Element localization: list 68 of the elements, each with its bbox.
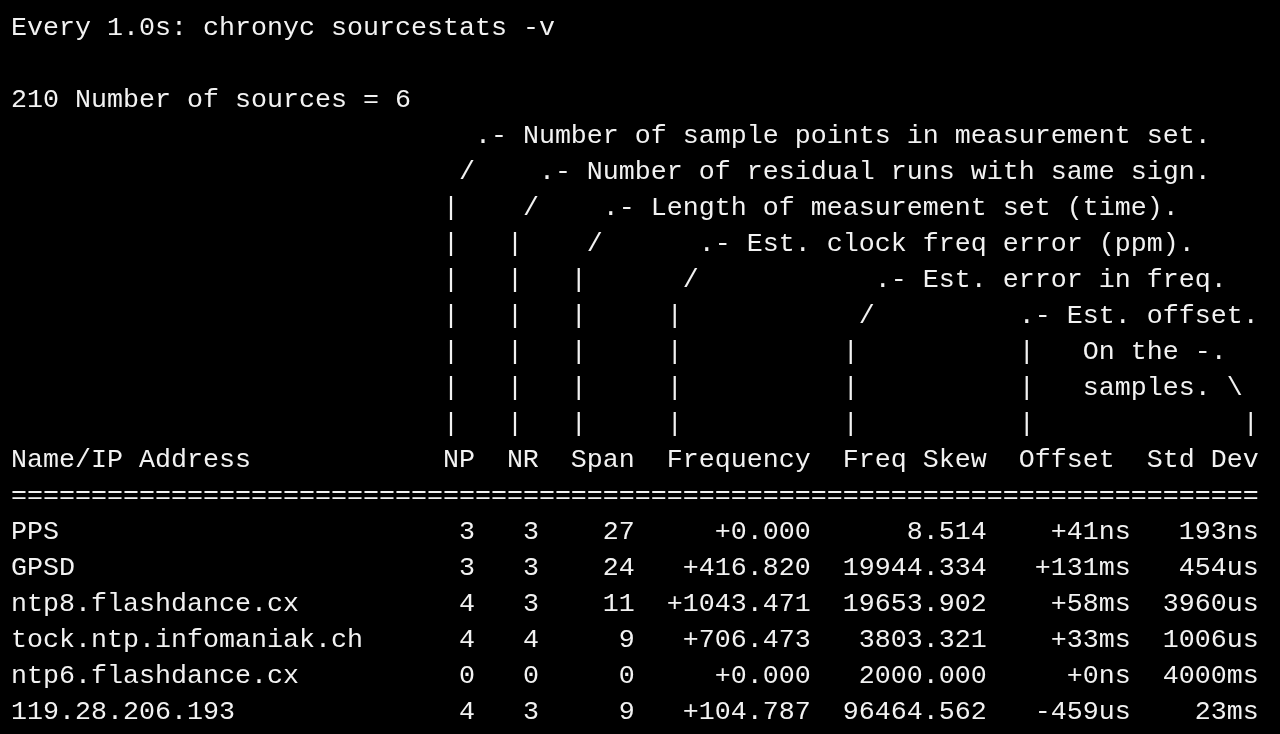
table-cell-text: 27: [601, 516, 635, 549]
table-cell-text: 454us: [1177, 552, 1259, 585]
table-cell-text: 19653.902: [841, 588, 987, 621]
table-cell-text: 3: [521, 516, 539, 549]
table-cell-text: 96464.562: [841, 696, 987, 729]
table-cell-text: 3803.321: [857, 624, 987, 657]
table-cell-text: 4: [457, 588, 475, 621]
table-cell-text: 11: [601, 588, 635, 621]
table-cell-text: 4: [457, 696, 475, 729]
table-cell-text: +0.000: [713, 660, 811, 693]
legend-line: | | | / .- Est. error in freq.: [441, 264, 1228, 297]
legend-line: | / .- Length of measurement set (time).: [441, 192, 1180, 225]
table-cell-text: +416.820: [681, 552, 811, 585]
table-cell-text: +0ns: [1065, 660, 1131, 693]
table-cell-text: 19944.334: [841, 552, 987, 585]
legend-line: | | | | | | |: [441, 408, 1260, 441]
legend-line: / .- Number of residual runs with same sign.: [457, 156, 1212, 189]
table-cell-text: 23ms: [1193, 696, 1259, 729]
table-cell-text: +41ns: [1049, 516, 1131, 549]
table-cell-text: +104.787: [681, 696, 811, 729]
table-cell-text: 4: [521, 624, 539, 657]
table-cell-text: GPSD: [11, 552, 76, 585]
table-cell-text: 4: [457, 624, 475, 657]
column-header: Freq Skew: [842, 444, 988, 477]
table-cell-text: 2000.000: [857, 660, 987, 693]
table-cell-text: PPS: [11, 516, 60, 549]
table-cell-text: -459us: [1033, 696, 1131, 729]
table-cell-text: 193ns: [1177, 516, 1259, 549]
column-header: Offset: [1018, 444, 1116, 477]
separator-line: ==============================================================================: [11, 480, 1260, 513]
table-cell-text: 0: [457, 660, 475, 693]
table-cell-text: 3: [521, 588, 539, 621]
column-header: Span: [570, 444, 636, 477]
table-cell-text: +706.473: [681, 624, 811, 657]
table-cell-text: 3960us: [1161, 588, 1259, 621]
table-cell-text: 0: [521, 660, 539, 693]
legend-line: | | / .- Est. clock freq error (ppm).: [441, 228, 1196, 261]
table-cell-text: 9: [617, 624, 635, 657]
column-header: Std Dev: [1146, 444, 1259, 477]
table-cell-text: +1043.471: [665, 588, 811, 621]
legend-line: | | | | / .- Est. offset.: [441, 300, 1260, 333]
column-header: NR: [506, 444, 540, 477]
legend-line: | | | | | | On the -.: [441, 336, 1228, 369]
table-cell-text: 119.28.206.193: [11, 696, 236, 729]
command-header: Every 1.0s: chronyc sourcestats -v: [11, 12, 556, 45]
table-cell-text: 4000ms: [1161, 660, 1259, 693]
table-cell-text: +33ms: [1049, 624, 1131, 657]
legend-line: | | | | | | samples. \: [441, 372, 1244, 405]
table-cell-text: ntp8.flashdance.cx: [11, 588, 300, 621]
table-cell-text: 3: [457, 552, 475, 585]
table-cell-text: 3: [457, 516, 475, 549]
table-cell-text: ntp6.flashdance.cx: [11, 660, 300, 693]
table-cell-text: tock.ntp.infomaniak.ch: [11, 624, 364, 657]
source-count: 210 Number of sources = 6: [11, 84, 412, 117]
table-cell-text: 24: [601, 552, 635, 585]
table-cell-text: +58ms: [1049, 588, 1131, 621]
table-cell-text: +131ms: [1033, 552, 1131, 585]
table-cell-text: 0: [617, 660, 635, 693]
table-cell-text: 9: [617, 696, 635, 729]
table-cell-text: 8.514: [905, 516, 987, 549]
column-header: Frequency: [666, 444, 812, 477]
table-cell-text: +0.000: [713, 516, 811, 549]
table-cell-text: 3: [521, 696, 539, 729]
table-cell-text: 3: [521, 552, 539, 585]
legend-line: .- Number of sample points in measurement set.: [473, 120, 1212, 153]
table-cell-text: 1006us: [1161, 624, 1259, 657]
column-header: NP: [442, 444, 476, 477]
column-header: Name/IP Address: [11, 444, 252, 477]
